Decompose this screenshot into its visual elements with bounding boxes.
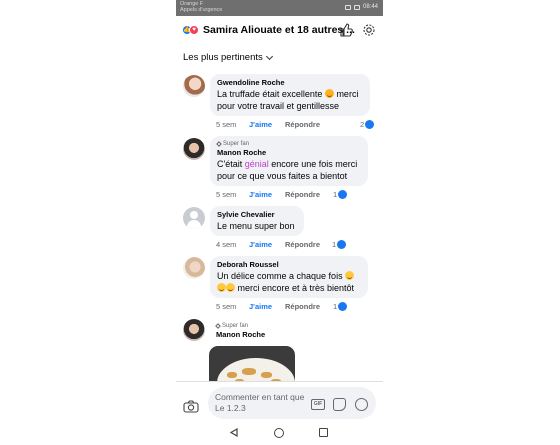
comment-text-cont: merci xyxy=(333,89,359,99)
battery-icon xyxy=(353,4,360,10)
sort-label: Les plus pertinents xyxy=(183,52,263,63)
comment-author[interactable]: Manon Roche xyxy=(216,330,265,340)
like-reaction-icon xyxy=(338,302,348,311)
comment-actions: 4 sem J'aime Répondre xyxy=(216,240,320,249)
settings-icon[interactable] xyxy=(362,23,376,37)
like-count[interactable]: 1 xyxy=(333,302,348,311)
highlighted-word: génial xyxy=(244,159,269,169)
comment-text-line2: merci encore et à très bientôt xyxy=(235,283,355,293)
comment-text-cont: encore une fois merci xyxy=(268,159,358,169)
reply-button[interactable]: Répondre xyxy=(285,190,320,199)
carrier-text: Orange F Appels d'urgence xyxy=(180,1,223,13)
smile-emoji-icon xyxy=(345,271,355,280)
comment-bubble[interactable]: Sylvie Chevalier Le menu super bon xyxy=(210,206,304,236)
diamond-icon xyxy=(216,141,222,147)
like-button[interactable]: J'aime xyxy=(249,302,285,311)
comment-text: Un délice comme a chaque fois xyxy=(217,271,343,281)
like-reaction-icon xyxy=(338,190,348,199)
comment-text: C'était xyxy=(217,159,245,169)
like-reaction-icon xyxy=(365,120,375,129)
comment-composer: Commenter en tant que Le 1.2.3 GIF xyxy=(176,381,383,421)
like-count-value: 1 xyxy=(333,302,338,311)
reactions-summary[interactable]: Samira Aliouate et 18 autres ... xyxy=(203,24,355,36)
like-button[interactable]: J'aime xyxy=(249,190,285,199)
super-fan-badge: Super fan xyxy=(215,322,265,330)
super-fan-label: Super fan xyxy=(222,323,249,329)
comment-photo[interactable] xyxy=(209,346,295,386)
comment-header: Super fan Manon Roche xyxy=(215,322,265,340)
like-count-value: 1 xyxy=(333,190,338,199)
like-button[interactable]: J'aime xyxy=(249,240,285,249)
reply-button[interactable]: Répondre xyxy=(285,120,320,129)
diamond-icon xyxy=(215,323,221,329)
star-eyes-emoji-icon xyxy=(324,89,334,98)
smile-emoji-icon xyxy=(217,283,226,292)
comment-text-line2: pour ce que vous faites a bientot xyxy=(217,171,348,181)
comment-input[interactable]: Commenter en tant que Le 1.2.3 GIF xyxy=(208,387,376,419)
comment-bubble[interactable]: Deborah Roussel Un délice comme a chaque… xyxy=(210,256,368,298)
like-count[interactable]: 2 xyxy=(360,120,375,129)
comment-time: 5 sem xyxy=(216,302,237,311)
thumbs-up-icon[interactable] xyxy=(339,23,353,37)
avatar[interactable] xyxy=(183,207,205,229)
sticker-icon[interactable] xyxy=(333,398,346,411)
avatar[interactable] xyxy=(183,319,205,341)
system-nav-bar xyxy=(176,421,383,445)
comment-actions: 5 sem J'aime Répondre xyxy=(216,120,320,129)
comment-bubble[interactable]: Super fan Manon Roche C'était génial enc… xyxy=(210,136,368,186)
reactions-header: 👍 ♥ Samira Aliouate et 18 autres ... xyxy=(176,16,383,44)
comment-time: 5 sem xyxy=(216,120,237,129)
comment-author[interactable]: Deborah Roussel xyxy=(217,260,361,270)
reaction-icons[interactable]: 👍 ♥ xyxy=(182,25,200,35)
home-icon[interactable] xyxy=(274,428,284,438)
gif-button[interactable]: GIF xyxy=(311,399,325,410)
recent-apps-icon[interactable] xyxy=(319,428,328,437)
comment-time: 5 sem xyxy=(216,190,237,199)
comment-actions: 5 sem J'aime Répondre xyxy=(216,302,320,311)
like-reaction-icon xyxy=(337,240,347,249)
like-button[interactable]: J'aime xyxy=(249,120,285,129)
reply-button[interactable]: Répondre xyxy=(285,240,320,249)
camera-icon[interactable] xyxy=(183,400,199,413)
smile-emoji-icon xyxy=(226,283,235,292)
wifi-icon xyxy=(344,4,351,10)
reply-button[interactable]: Répondre xyxy=(285,302,320,311)
love-reaction-icon: ♥ xyxy=(189,25,199,35)
super-fan-badge: Super fan xyxy=(216,140,361,148)
super-fan-label: Super fan xyxy=(223,141,250,147)
comment-actions: 5 sem J'aime Répondre xyxy=(216,190,320,199)
comment-author[interactable]: Sylvie Chevalier xyxy=(217,210,297,220)
like-count-value: 2 xyxy=(360,120,365,129)
like-count-value: 1 xyxy=(332,240,337,249)
like-count[interactable]: 1 xyxy=(332,240,347,249)
comment-author[interactable]: Manon Roche xyxy=(217,148,361,158)
comment-input-placeholder: Commenter en tant que Le 1.2.3 xyxy=(215,392,305,413)
chevron-down-icon xyxy=(265,52,273,60)
comment-text-line2: pour votre travail et gentillesse xyxy=(217,101,340,111)
avatar[interactable] xyxy=(183,138,205,160)
sort-dropdown[interactable]: Les plus pertinents xyxy=(183,52,273,63)
comment-time: 4 sem xyxy=(216,240,237,249)
comment-text: Le menu super bon xyxy=(217,221,295,231)
back-icon[interactable] xyxy=(230,428,238,437)
status-bar: Orange F Appels d'urgence 08:44 xyxy=(176,0,383,16)
phone-screen: Orange F Appels d'urgence 08:44 👍 ♥ Sami… xyxy=(176,0,383,445)
avatar[interactable] xyxy=(183,257,205,279)
clock: 08:44 xyxy=(362,4,378,10)
comment-text: La truffade était excellente xyxy=(217,89,323,99)
like-count[interactable]: 1 xyxy=(333,190,348,199)
emoji-icon[interactable] xyxy=(355,398,368,411)
comment-author[interactable]: Gwendoline Roche xyxy=(217,78,363,88)
avatar[interactable] xyxy=(183,75,205,97)
comment-bubble[interactable]: Gwendoline Roche La truffade était excel… xyxy=(210,74,370,116)
